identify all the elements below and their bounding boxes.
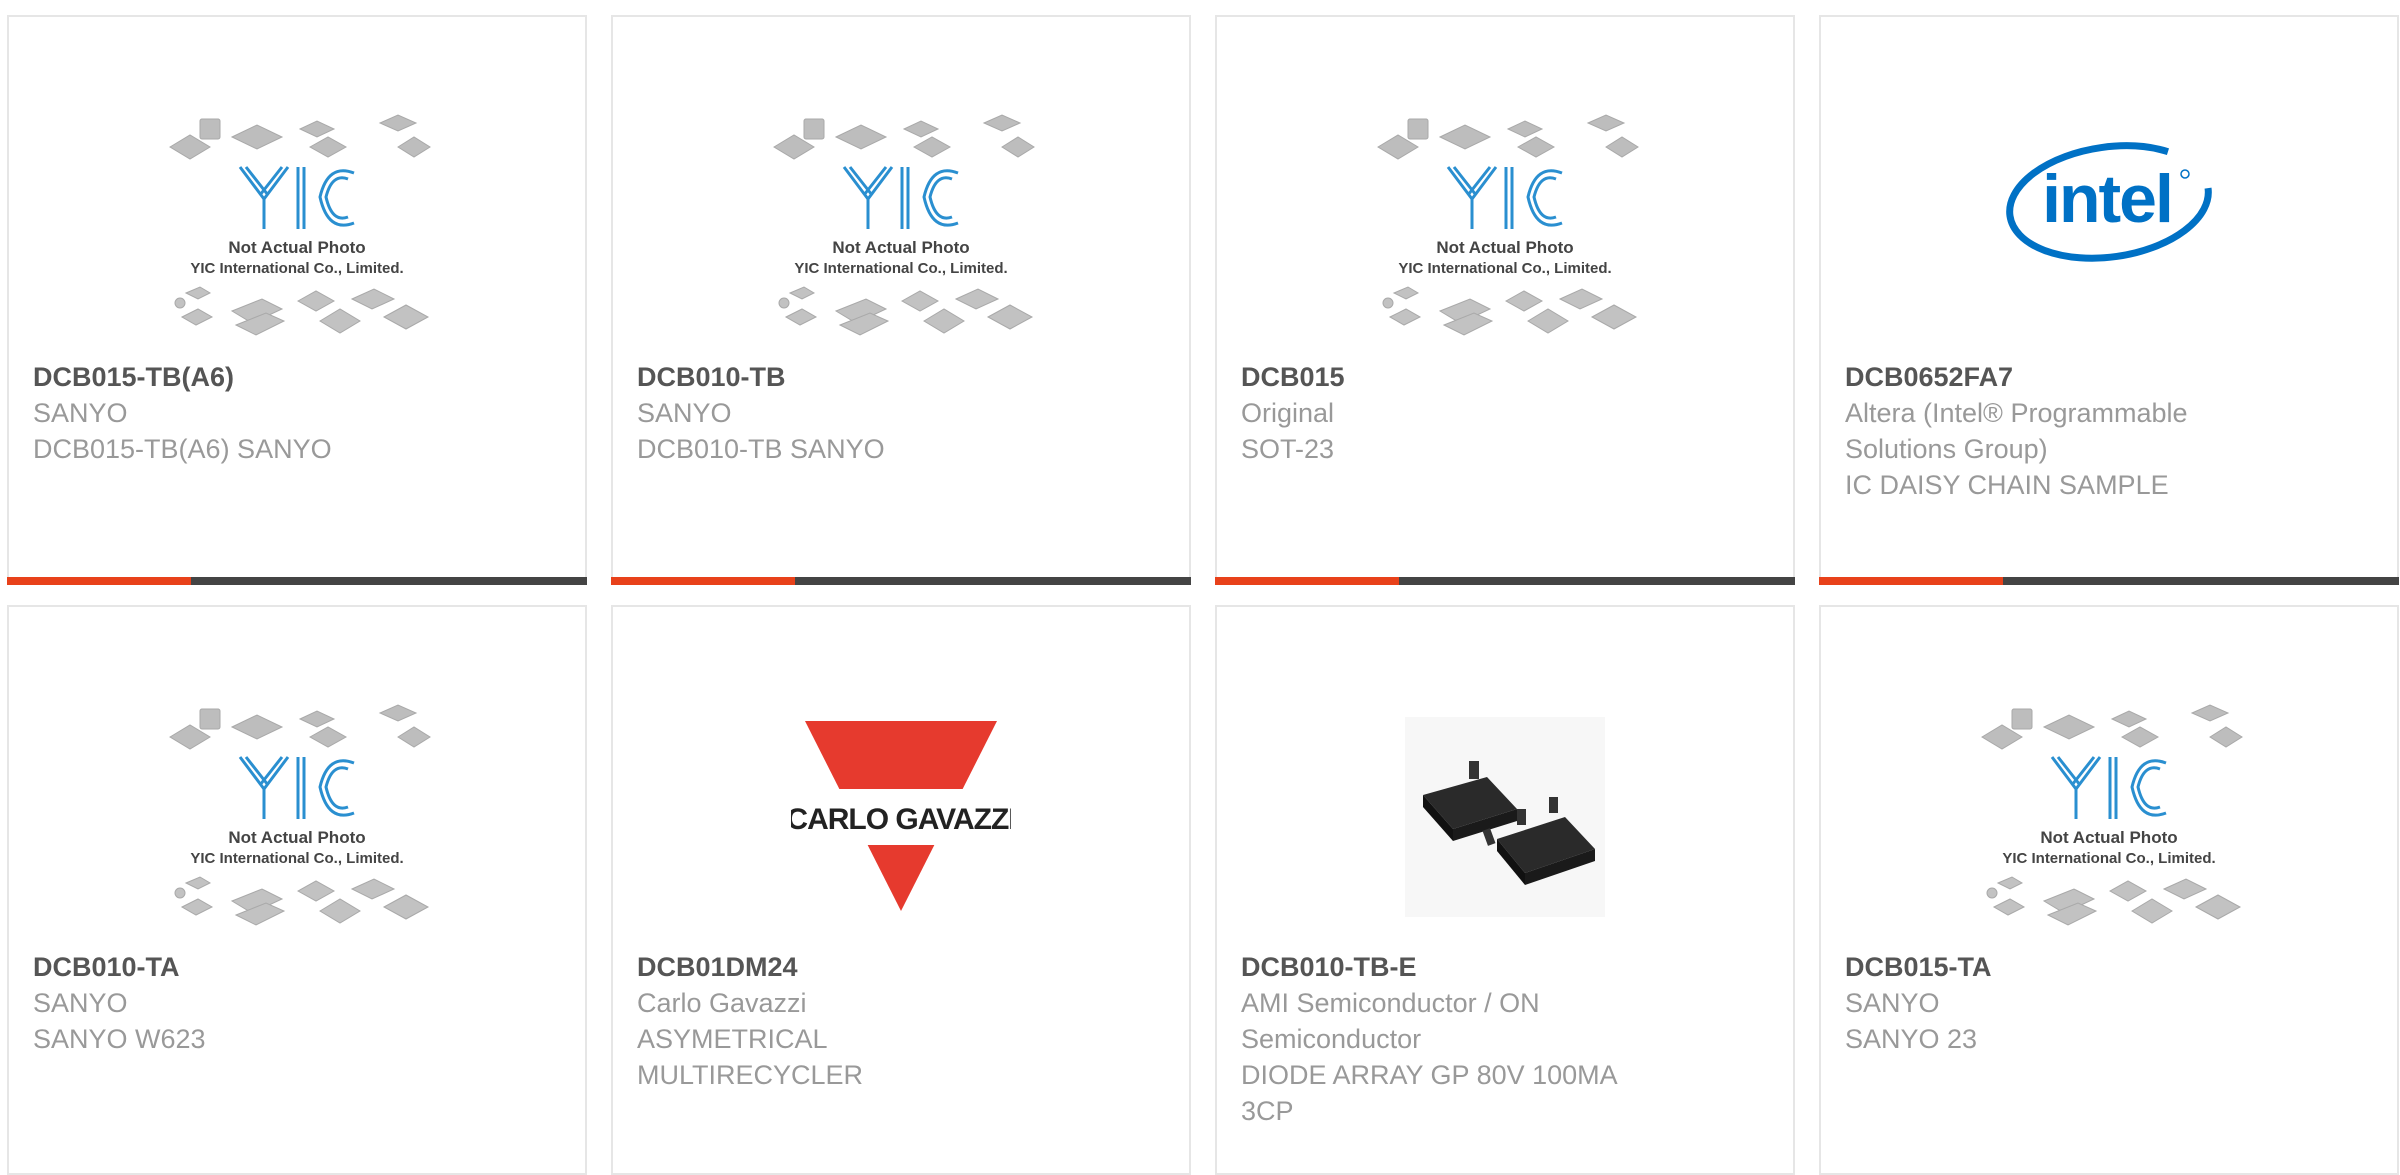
product-info: DCB015-TB(A6) SANYO DCB015-TB(A6) SANYO (33, 359, 433, 467)
yic-placeholder-icon: Not Actual Photo YIC International Co., L… (1981, 704, 2243, 926)
product-image-yic-placeholder[interactable]: Not Actual Photo YIC International Co., L… (613, 92, 1189, 362)
placeholder-caption-line1: Not Actual Photo (2040, 828, 2177, 847)
description: SANYO 23 (1845, 1024, 1978, 1054)
product-info: DCB010-TB SANYO DCB010-TB SANYO (637, 359, 1037, 467)
manufacturer: SANYO (33, 398, 128, 428)
sot23-package-photo-icon (1405, 717, 1605, 917)
product-info: DCB01DM24 Carlo Gavazzi ASYMETRICAL MULT… (637, 949, 1037, 1093)
product-card[interactable]: DCB010-TB-E AMI Semiconductor / ON Semic… (1215, 605, 1795, 1175)
product-info: DCB015 Original SOT-23 (1241, 359, 1641, 467)
part-number-link[interactable]: DCB010-TB-E (1241, 949, 1641, 985)
yic-placeholder-icon: Not Actual Photo YIC International Co., L… (169, 114, 431, 336)
placeholder-caption-line1: Not Actual Photo (832, 238, 969, 257)
card-footer-bar (611, 577, 1191, 585)
card-accent-bar (7, 577, 191, 585)
part-number-link[interactable]: DCB015 (1241, 359, 1641, 395)
description: DIODE ARRAY GP 80V 100MA 3CP (1241, 1060, 1617, 1126)
placeholder-caption-line1: Not Actual Photo (228, 238, 365, 257)
card-footer-bar (7, 577, 587, 585)
manufacturer: SANYO (1845, 988, 1940, 1018)
part-number-link[interactable]: DCB015-TA (1845, 949, 2245, 985)
manufacturer: Original (1241, 398, 1335, 428)
product-image-yic-placeholder[interactable]: Not Actual Photo YIC International Co., L… (9, 682, 585, 952)
placeholder-caption-line2: YIC International Co., Limited. (2002, 850, 2215, 867)
placeholder-caption-line2: YIC International Co., Limited. (1398, 260, 1611, 277)
manufacturer: Carlo Gavazzi (637, 988, 807, 1018)
placeholder-caption-line2: YIC International Co., Limited. (190, 850, 403, 867)
product-info: DCB0652FA7 Altera (Intel® Programmable S… (1845, 359, 2245, 503)
description: SOT-23 (1241, 434, 1335, 464)
description: DCB015-TB(A6) SANYO (33, 434, 332, 464)
product-image-yic-placeholder[interactable]: Not Actual Photo YIC International Co., L… (9, 92, 585, 362)
card-accent-bar (611, 577, 795, 585)
card-footer-bar (1215, 577, 1795, 585)
card-accent-bar (1215, 577, 1399, 585)
yic-logo-icon (1446, 166, 1563, 229)
yic-logo-icon (238, 756, 355, 819)
description: IC DAISY CHAIN SAMPLE (1845, 470, 2169, 500)
description: ASYMETRICAL MULTIRECYCLER (637, 1024, 864, 1090)
manufacturer: SANYO (33, 988, 128, 1018)
yic-logo-icon (2050, 756, 2167, 819)
product-card[interactable]: Not Actual Photo YIC International Co., L… (7, 15, 587, 585)
manufacturer: SANYO (637, 398, 732, 428)
placeholder-caption-line1: Not Actual Photo (1436, 238, 1573, 257)
product-card[interactable]: intel DCB0652FA7 Altera (Intel® Programm… (1819, 15, 2399, 585)
carlo-gavazzi-logo-icon: CARLO GAVAZZI (791, 721, 1011, 911)
product-info: DCB010-TB-E AMI Semiconductor / ON Semic… (1241, 949, 1641, 1129)
card-footer-bar (1819, 577, 2399, 585)
product-image-carlo-gavazzi-logo[interactable]: CARLO GAVAZZI (613, 682, 1189, 952)
product-image-yic-placeholder[interactable]: Not Actual Photo YIC International Co., L… (1821, 682, 2397, 952)
yic-logo-icon (238, 166, 355, 229)
product-card[interactable]: Not Actual Photo YIC International Co., L… (611, 15, 1191, 585)
product-card[interactable]: Not Actual Photo YIC International Co., L… (1819, 605, 2399, 1175)
part-number-link[interactable]: DCB0652FA7 (1845, 359, 2245, 395)
product-image-sot23-package-photo[interactable] (1217, 682, 1793, 952)
card-accent-bar (1819, 577, 2003, 585)
yic-placeholder-icon: Not Actual Photo YIC International Co., L… (773, 114, 1035, 336)
placeholder-caption-line2: YIC International Co., Limited. (794, 260, 1007, 277)
description: SANYO W623 (33, 1024, 206, 1054)
product-info: DCB010-TA SANYO SANYO W623 (33, 949, 433, 1057)
part-number-link[interactable]: DCB01DM24 (637, 949, 1037, 985)
yic-placeholder-icon: Not Actual Photo YIC International Co., L… (169, 704, 431, 926)
yic-placeholder-icon: Not Actual Photo YIC International Co., L… (1377, 114, 1639, 336)
manufacturer: Altera (Intel® Programmable Solutions Gr… (1845, 398, 2188, 464)
description: DCB010-TB SANYO (637, 434, 885, 464)
product-card[interactable]: CARLO GAVAZZI DCB01DM24 Carlo Gavazzi AS… (611, 605, 1191, 1175)
product-info: DCB015-TA SANYO SANYO 23 (1845, 949, 2245, 1057)
intel-logo-icon: intel (2006, 142, 2212, 262)
manufacturer: AMI Semiconductor / ON Semiconductor (1241, 988, 1540, 1054)
part-number-link[interactable]: DCB015-TB(A6) (33, 359, 433, 395)
product-image-intel-logo[interactable]: intel (1821, 77, 2397, 327)
placeholder-caption-line1: Not Actual Photo (228, 828, 365, 847)
yic-logo-icon (842, 166, 959, 229)
product-card[interactable]: Not Actual Photo YIC International Co., L… (1215, 15, 1795, 585)
placeholder-caption-line2: YIC International Co., Limited. (190, 260, 403, 277)
product-grid: Not Actual Photo YIC International Co., L… (7, 15, 2399, 1175)
part-number-link[interactable]: DCB010-TB (637, 359, 1037, 395)
product-card[interactable]: Not Actual Photo YIC International Co., L… (7, 605, 587, 1175)
product-image-yic-placeholder[interactable]: Not Actual Photo YIC International Co., L… (1217, 92, 1793, 362)
part-number-link[interactable]: DCB010-TA (33, 949, 433, 985)
intel-logo-text: intel (2042, 161, 2172, 237)
carlo-gavazzi-logo-text: CARLO GAVAZZI (791, 803, 1011, 836)
